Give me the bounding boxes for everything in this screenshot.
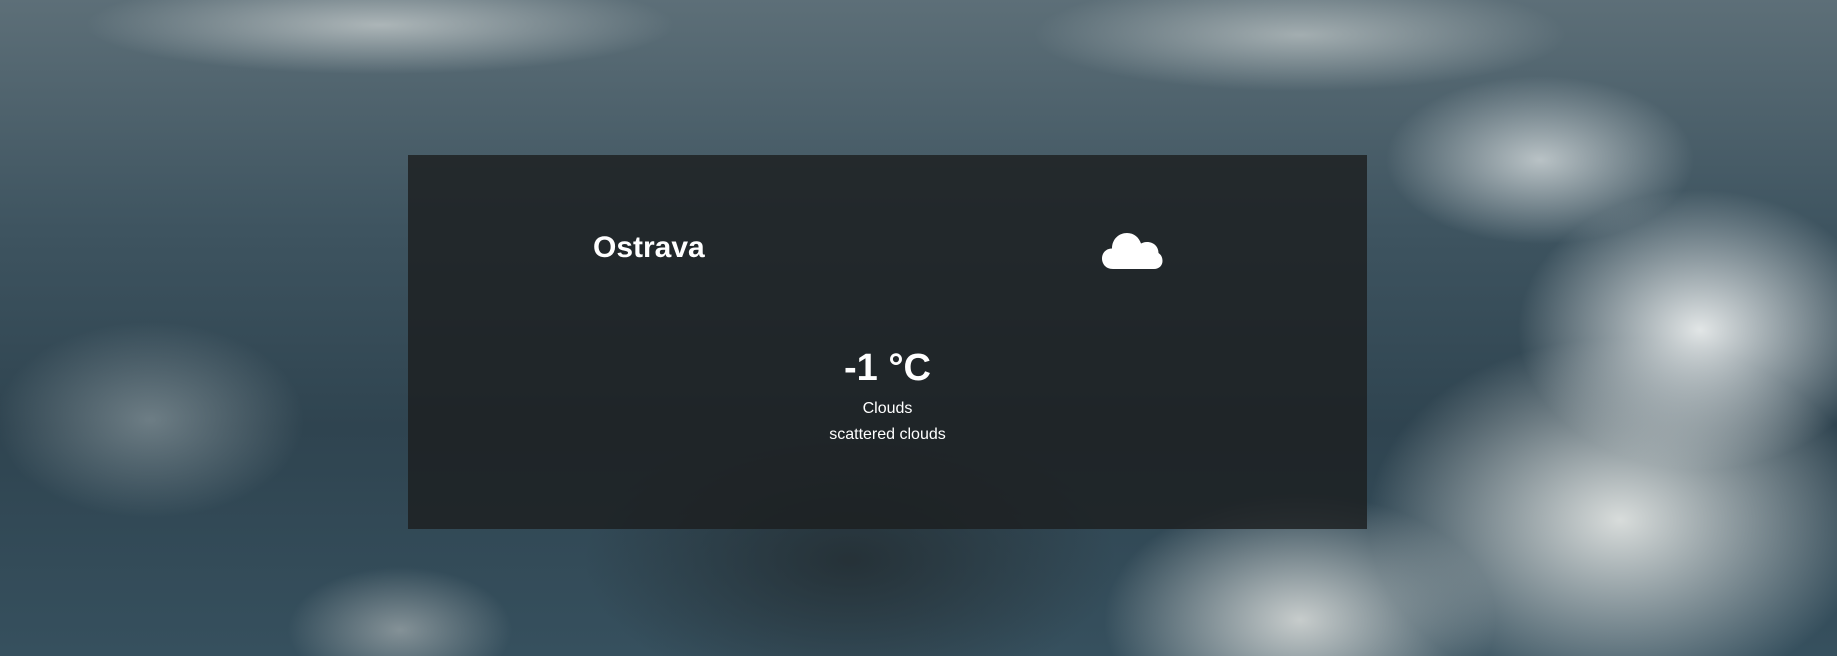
weather-description: scattered clouds [829,426,946,443]
temperature: -1 °C [844,347,931,389]
cloud-icon [1101,227,1163,271]
weather-condition: Clouds [862,400,913,417]
city-name: Ostrava [593,231,705,264]
weather-card: Ostrava -1 °C Clouds scattered clouds [408,155,1367,529]
